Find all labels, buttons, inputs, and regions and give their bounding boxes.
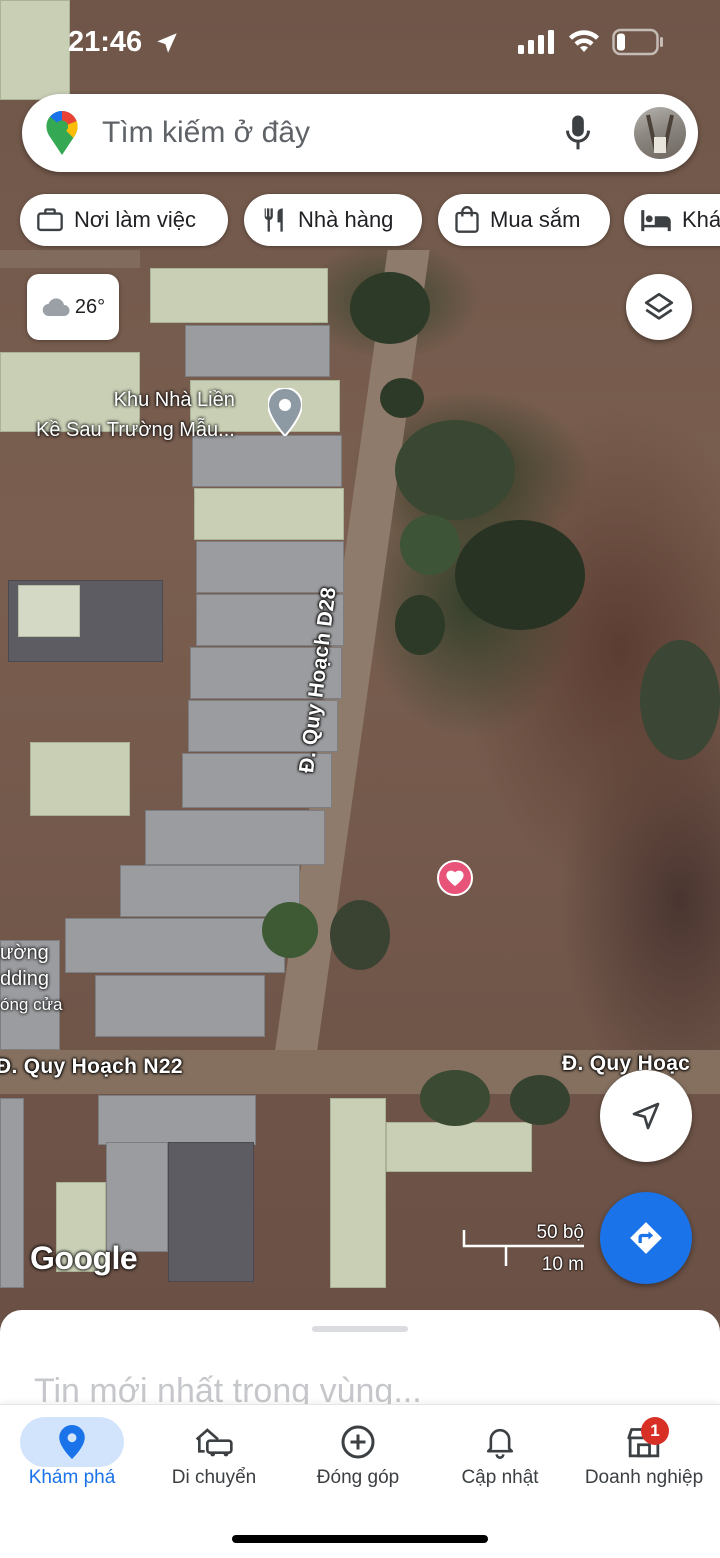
tree bbox=[510, 1075, 570, 1125]
building-roof bbox=[106, 1142, 168, 1252]
google-maps-pin-icon bbox=[46, 111, 78, 155]
weather-temperature: 26° bbox=[74, 295, 106, 318]
building-roof bbox=[18, 585, 80, 637]
my-location-button[interactable] bbox=[600, 1070, 692, 1162]
building-roof bbox=[30, 742, 130, 816]
microphone-icon[interactable] bbox=[564, 114, 592, 152]
tree bbox=[380, 378, 424, 418]
nav-explore[interactable]: Khám phá bbox=[0, 1405, 144, 1505]
map-scale: 50 bộ 10 m bbox=[462, 1222, 586, 1275]
chip-label: Nhà hàng bbox=[298, 207, 394, 232]
building-roof bbox=[386, 1122, 532, 1172]
car-house-icon bbox=[195, 1428, 233, 1457]
cellular-signal-icon bbox=[518, 30, 554, 54]
directions-icon bbox=[630, 1222, 662, 1254]
battery-icon bbox=[612, 28, 663, 56]
place-pin-icon[interactable] bbox=[267, 387, 303, 441]
building-roof bbox=[65, 918, 285, 973]
chip-label: Nơi làm việc bbox=[74, 207, 196, 232]
place-label-line2: dding bbox=[0, 968, 49, 990]
building-roof bbox=[95, 975, 265, 1037]
add-circle-icon bbox=[341, 1425, 375, 1459]
nav-commute-icon-wrap bbox=[162, 1417, 266, 1467]
status-bar: 21:46 bbox=[0, 18, 720, 68]
nav-commute[interactable]: Di chuyển bbox=[142, 1405, 286, 1505]
notification-badge: 1 bbox=[641, 1417, 669, 1445]
tree bbox=[420, 1070, 490, 1126]
tree bbox=[262, 902, 318, 958]
building-roof bbox=[330, 1098, 386, 1288]
chip-label: Khá bbox=[682, 207, 720, 232]
nav-updates-label: Cập nhật bbox=[461, 1467, 539, 1488]
building-roof bbox=[0, 1098, 24, 1288]
briefcase-icon bbox=[37, 208, 63, 232]
location-pin-icon bbox=[59, 1425, 85, 1459]
chip-label: Mua sắm bbox=[490, 207, 581, 232]
tree bbox=[395, 595, 445, 655]
sheet-drag-handle[interactable] bbox=[312, 1326, 408, 1332]
chip-restaurants[interactable]: Nhà hàng bbox=[244, 194, 422, 246]
nav-business[interactable]: 1 Doanh nghiệp bbox=[572, 1405, 716, 1505]
building-roof bbox=[150, 268, 328, 323]
poi-label[interactable]: Khu Nhà Liền Kề Sau Trường Mẫu... bbox=[36, 385, 235, 445]
place-label-line1: ường bbox=[0, 942, 49, 964]
directions-button[interactable] bbox=[600, 1192, 692, 1284]
navigation-arrow-icon bbox=[632, 1102, 660, 1130]
bell-icon bbox=[486, 1428, 514, 1459]
nav-explore-label: Khám phá bbox=[28, 1467, 116, 1488]
nav-contribute-icon-wrap bbox=[306, 1417, 410, 1467]
status-time: 21:46 bbox=[68, 26, 143, 58]
tree bbox=[330, 900, 390, 970]
avatar[interactable] bbox=[634, 107, 686, 159]
nav-contribute[interactable]: Đóng góp bbox=[286, 1405, 430, 1505]
category-chips: Nơi làm việc Nhà hàng Mua sắm Khá bbox=[20, 194, 720, 248]
location-arrow-icon bbox=[157, 33, 177, 53]
nav-business-label: Doanh nghiệp bbox=[584, 1467, 704, 1488]
chip-hotels[interactable]: Khá bbox=[624, 194, 720, 246]
avatar-photo-icon bbox=[646, 114, 674, 153]
road-label-n22: Đ. Quy Hoạch N22 bbox=[0, 1055, 183, 1078]
poi-label-line1: Khu Nhà Liền bbox=[113, 389, 235, 411]
search-bar[interactable]: Tìm kiếm ở đây bbox=[22, 94, 698, 172]
google-attribution: Google bbox=[30, 1240, 138, 1276]
tree bbox=[640, 640, 720, 760]
nav-contribute-label: Đóng góp bbox=[316, 1467, 400, 1488]
scale-bar-icon bbox=[462, 1230, 584, 1266]
tree bbox=[395, 420, 515, 520]
road-label-right: Đ. Quy Hoạc bbox=[562, 1052, 691, 1075]
tree bbox=[455, 520, 585, 630]
nav-updates-icon-wrap bbox=[448, 1417, 552, 1467]
building-roof bbox=[168, 1142, 254, 1282]
layers-icon bbox=[644, 292, 674, 320]
building-roof bbox=[194, 488, 344, 540]
cloud-icon bbox=[42, 298, 70, 317]
layers-button[interactable] bbox=[626, 274, 692, 340]
nav-explore-highlight bbox=[20, 1417, 124, 1467]
building-roof bbox=[98, 1095, 256, 1145]
home-indicator bbox=[232, 1535, 488, 1543]
chip-shopping[interactable]: Mua sắm bbox=[438, 194, 610, 246]
tree bbox=[400, 515, 460, 575]
fork-knife-icon bbox=[264, 208, 283, 232]
search-input[interactable]: Tìm kiếm ở đây bbox=[102, 116, 310, 150]
weather-badge[interactable]: 26° bbox=[27, 274, 119, 340]
building-roof bbox=[185, 325, 330, 377]
nav-updates[interactable]: Cập nhật bbox=[428, 1405, 572, 1505]
building-roof bbox=[145, 810, 325, 865]
road-left-surface bbox=[0, 250, 140, 268]
place-label-partial: ường dding óng cửa bbox=[0, 940, 62, 1018]
saved-place-heart-icon[interactable] bbox=[437, 860, 473, 896]
poi-label-line2: Kề Sau Trường Mẫu... bbox=[36, 419, 235, 441]
tree bbox=[350, 272, 430, 344]
chip-workplace[interactable]: Nơi làm việc bbox=[20, 194, 228, 246]
nav-commute-label: Di chuyển bbox=[171, 1467, 257, 1488]
shopping-bag-icon bbox=[455, 206, 479, 233]
wifi-icon bbox=[569, 30, 599, 52]
place-label-line3: óng cửa bbox=[0, 995, 63, 1014]
bed-icon bbox=[641, 210, 671, 232]
